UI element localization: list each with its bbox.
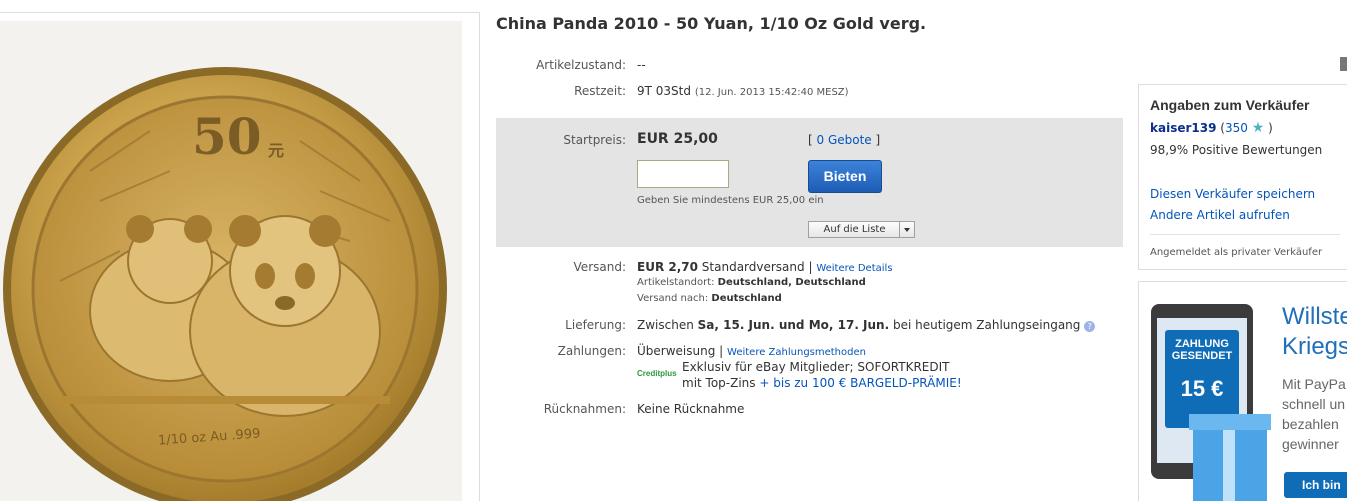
- shipping-details-link[interactable]: Weitere Details: [816, 263, 892, 274]
- ad-headline: Willste Kriegs: [1282, 302, 1347, 362]
- ships-to: Versand nach: Deutschland: [637, 293, 782, 304]
- condition-value: --: [637, 58, 646, 72]
- coin-denomination-suffix: 元: [268, 141, 285, 160]
- ad-cta-button[interactable]: Ich bin: [1284, 472, 1347, 498]
- ad-body-2: schnell un: [1282, 396, 1346, 412]
- seller-divider: [1150, 234, 1340, 235]
- watch-list-button[interactable]: Auf die Liste: [808, 221, 915, 238]
- seller-heading: Angaben zum Verkäufer: [1150, 97, 1310, 113]
- bid-count-open: [: [808, 133, 813, 147]
- item-image-panel[interactable]: 50 元 1/10 oz Au .999: [0, 12, 480, 501]
- credit-offer-line2: mit Top-Zins + bis zu 100 € BARGELD-PRÄM…: [682, 376, 962, 390]
- listing-title: China Panda 2010 - 50 Yuan, 1/10 Oz Gold…: [496, 14, 927, 33]
- badge-amount: 15 €: [1180, 376, 1224, 401]
- seller-type: Angemeldet als privater Verkäufer: [1150, 247, 1323, 258]
- close-icon[interactable]: [1340, 57, 1347, 71]
- bid-button[interactable]: Bieten: [808, 160, 882, 193]
- bid-count-link[interactable]: 0 Gebote: [817, 133, 872, 147]
- badge-line2: GESENDET: [1171, 350, 1233, 362]
- bid-count-close: ]: [875, 133, 881, 147]
- returns-value: Keine Rücknahme: [637, 402, 745, 416]
- shipping-line: EUR 2,70 Standardversand | Weitere Detai…: [637, 260, 893, 274]
- time-left-label: Restzeit:: [574, 84, 626, 98]
- item-location-value: Deutschland, Deutschland: [717, 277, 866, 288]
- payment-line: Überweisung | Weitere Zahlungsmethoden: [637, 344, 866, 358]
- time-left: 9T 03Std (12. Jun. 2013 15:42:40 MESZ): [637, 84, 849, 98]
- item-location-label: Artikelstandort:: [637, 277, 715, 288]
- more-payment-link[interactable]: Weitere Zahlungsmethoden: [727, 347, 866, 358]
- feedback-close: ): [1268, 121, 1273, 135]
- condition-label: Artikelzustand:: [536, 58, 626, 72]
- creditplus-logo[interactable]: Creditplus: [637, 369, 677, 378]
- shipping-service: Standardversand |: [701, 260, 813, 274]
- payment-method: Überweisung |: [637, 344, 724, 358]
- feedback-score-link[interactable]: 350: [1225, 121, 1248, 135]
- ships-to-value: Deutschland: [711, 293, 782, 304]
- ad-headline-2: Kriegs: [1282, 333, 1347, 360]
- bid-count: [ 0 Gebote ]: [808, 133, 880, 147]
- returns-label: Rücknahmen:: [543, 402, 626, 416]
- delivery-line: Zwischen Sa, 15. Jun. und Mo, 17. Jun. b…: [637, 318, 1096, 332]
- ad-body-3: bezahlen: [1282, 416, 1339, 432]
- seller-info: kaiser139 (350 ★ ): [1150, 121, 1273, 135]
- payment-label: Zahlungen:: [557, 344, 626, 358]
- shipping-price: EUR 2,70: [637, 260, 698, 274]
- save-seller-link[interactable]: Diesen Verkäufer speichern: [1150, 187, 1315, 201]
- credit-offer-line1: Exklusiv für eBay Mitglieder; SOFORTKRED…: [682, 360, 950, 374]
- start-price-label: Startpreis:: [563, 133, 626, 147]
- ad-body-1: Mit PayPa: [1282, 376, 1346, 392]
- paypal-ad[interactable]: ZAHLUNG GESENDET 15 € Willste Kriegs Mit …: [1138, 281, 1347, 501]
- other-items-link[interactable]: Andere Artikel aufrufen: [1150, 208, 1290, 222]
- ships-to-label: Versand nach:: [637, 293, 709, 304]
- credit-offer-link[interactable]: + bis zu 100 € BARGELD-PRÄMIE!: [759, 376, 961, 390]
- credit-offer-text: mit Top-Zins: [682, 376, 756, 390]
- seller-name-link[interactable]: kaiser139: [1150, 121, 1216, 135]
- item-location: Artikelstandort: Deutschland, Deutschlan…: [637, 277, 866, 288]
- watch-list-label: Auf die Liste: [823, 224, 886, 235]
- shipping-label: Versand:: [573, 260, 626, 274]
- ad-body: Mit PayPa schnell un bezahlen gewinner: [1282, 374, 1346, 454]
- item-photo[interactable]: 50 元 1/10 oz Au .999: [0, 21, 462, 501]
- delivery-suffix: bei heutigem Zahlungseingang: [893, 318, 1081, 332]
- delivery-label: Lieferung:: [565, 318, 626, 332]
- chevron-down-icon[interactable]: [899, 222, 914, 237]
- badge-line1: ZAHLUNG: [1175, 338, 1229, 350]
- start-price: EUR 25,00: [637, 131, 718, 147]
- gift-box-icon: [1189, 414, 1271, 501]
- ad-body-4: gewinner: [1282, 436, 1339, 452]
- ad-headline-1: Willste: [1282, 303, 1347, 330]
- bid-amount-input[interactable]: [637, 160, 729, 188]
- bid-hint: Geben Sie mindestens EUR 25,00 ein: [637, 195, 824, 206]
- time-left-value: 9T 03Std: [637, 84, 691, 98]
- positive-feedback: 98,9% Positive Bewertungen: [1150, 143, 1323, 157]
- delivery-range: Sa, 15. Jun. und Mo, 17. Jun.: [697, 318, 890, 332]
- help-icon[interactable]: ?: [1084, 321, 1096, 332]
- end-time: (12. Jun. 2013 15:42:40 MESZ): [694, 87, 849, 98]
- delivery-prefix: Zwischen: [637, 318, 694, 332]
- coin-denomination: 50: [192, 107, 262, 166]
- star-icon: ★: [1251, 120, 1265, 136]
